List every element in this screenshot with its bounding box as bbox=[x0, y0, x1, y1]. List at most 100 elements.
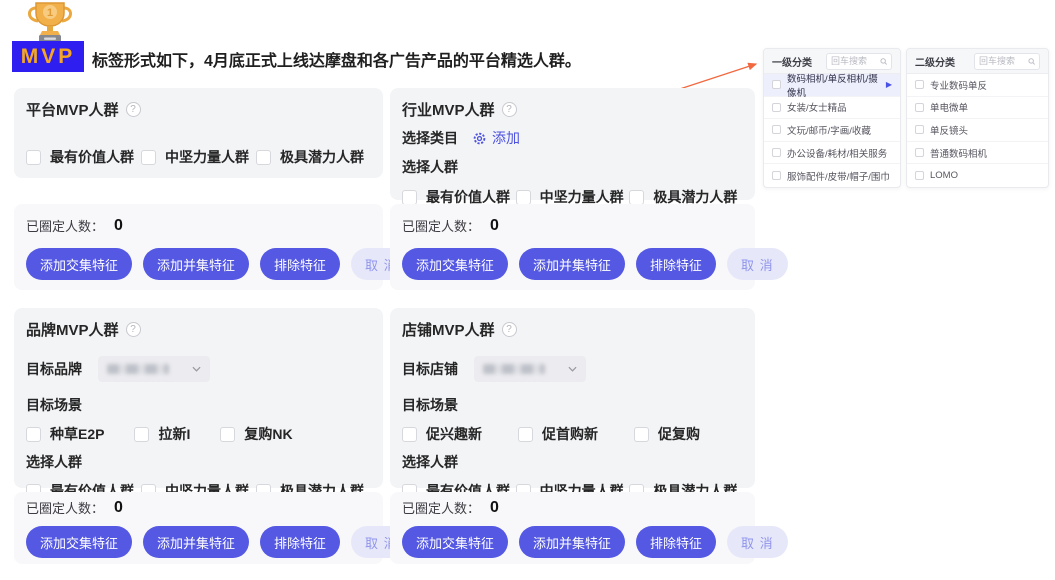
add-intersect-feature-button[interactable]: 添加交集特征 bbox=[402, 526, 508, 558]
checkbox[interactable] bbox=[518, 427, 533, 442]
checkbox[interactable] bbox=[772, 148, 781, 157]
scene-option-1[interactable]: 促兴趣新 bbox=[402, 424, 482, 444]
select-category-label: 选择类目 bbox=[402, 128, 458, 148]
level2-search-input[interactable] bbox=[979, 56, 1026, 66]
scene-option-1[interactable]: 种草E2P bbox=[26, 424, 104, 444]
checkbox[interactable] bbox=[134, 427, 149, 442]
scene-option-2[interactable]: 促首购新 bbox=[518, 424, 598, 444]
checkbox[interactable] bbox=[26, 427, 41, 442]
selected-count-value: 0 bbox=[490, 217, 499, 235]
level1-item-2[interactable]: 女装/女士精品 bbox=[764, 97, 900, 120]
level2-item-2[interactable]: 单电微单 bbox=[907, 97, 1048, 120]
level1-search-box[interactable] bbox=[826, 53, 892, 70]
mvp-badge: MVP bbox=[12, 41, 84, 72]
exclude-feature-button[interactable]: 排除特征 bbox=[260, 248, 340, 280]
checkbox[interactable] bbox=[772, 103, 781, 112]
checkbox[interactable] bbox=[629, 190, 644, 205]
checkbox[interactable] bbox=[915, 125, 924, 134]
select-crowd-label: 选择人群 bbox=[402, 157, 743, 177]
level2-category-panel: 二级分类 专业数码单反 单电微单 单反镜头 普通数码相机 bbox=[906, 48, 1049, 188]
add-intersect-feature-button[interactable]: 添加交集特征 bbox=[402, 248, 508, 280]
level2-search-box[interactable] bbox=[974, 53, 1040, 70]
checkbox[interactable] bbox=[915, 171, 924, 180]
cancel-button[interactable]: 取 消 bbox=[727, 248, 788, 280]
scene-option-3[interactable]: 促复购 bbox=[634, 424, 700, 444]
checkbox[interactable] bbox=[634, 427, 649, 442]
panel-title: 平台MVP人群 bbox=[26, 99, 119, 120]
select-crowd-label: 选择人群 bbox=[26, 452, 371, 472]
scene-option-2[interactable]: 拉新I bbox=[134, 424, 190, 444]
level2-item-4[interactable]: 普通数码相机 bbox=[907, 142, 1048, 165]
crowd-option-backbone[interactable]: 中坚力量人群 bbox=[141, 147, 256, 167]
selected-count-label: 已圈定人数： bbox=[26, 498, 104, 517]
add-intersect-feature-button[interactable]: 添加交集特征 bbox=[26, 248, 132, 280]
selected-count-value: 0 bbox=[490, 499, 499, 517]
checkbox[interactable] bbox=[220, 427, 235, 442]
add-union-feature-button[interactable]: 添加并集特征 bbox=[519, 248, 625, 280]
add-intersect-feature-button[interactable]: 添加交集特征 bbox=[26, 526, 132, 558]
checkbox[interactable] bbox=[915, 148, 924, 157]
platform-actions-card: 已圈定人数： 0 添加交集特征 添加并集特征 排除特征 取 消 bbox=[14, 204, 383, 290]
checkbox[interactable] bbox=[141, 150, 156, 165]
checkbox[interactable] bbox=[915, 80, 924, 89]
level2-item-5[interactable]: LOMO bbox=[907, 164, 1048, 187]
level1-search-input[interactable] bbox=[831, 56, 878, 66]
cancel-button[interactable]: 取 消 bbox=[727, 526, 788, 558]
scene-option-3[interactable]: 复购NK bbox=[220, 424, 292, 444]
checkbox[interactable] bbox=[772, 125, 781, 134]
checkbox[interactable] bbox=[915, 103, 924, 112]
panel-title: 品牌MVP人群 bbox=[26, 319, 119, 340]
help-icon[interactable]: ? bbox=[502, 322, 517, 337]
checkbox[interactable] bbox=[772, 80, 781, 89]
selected-count-label: 已圈定人数： bbox=[402, 216, 480, 235]
crowd-option-most-valuable[interactable]: 最有价值人群 bbox=[26, 147, 141, 167]
level1-item-3[interactable]: 文玩/邮币/字画/收藏 bbox=[764, 119, 900, 142]
exclude-feature-button[interactable]: 排除特征 bbox=[636, 248, 716, 280]
help-icon[interactable]: ? bbox=[126, 322, 141, 337]
checkbox[interactable] bbox=[772, 171, 781, 180]
shop-card: 店铺MVP人群 ? 目标店铺 目标场景 促兴趣新 bbox=[390, 308, 755, 488]
scene-label: 目标场景 bbox=[26, 395, 371, 415]
exclude-feature-button[interactable]: 排除特征 bbox=[636, 526, 716, 558]
level1-title: 一级分类 bbox=[772, 54, 812, 69]
gear-icon bbox=[472, 131, 487, 146]
select-crowd-label: 选择人群 bbox=[402, 452, 743, 472]
search-icon bbox=[880, 57, 887, 66]
panel-title: 店铺MVP人群 bbox=[402, 319, 495, 340]
add-union-feature-button[interactable]: 添加并集特征 bbox=[143, 248, 249, 280]
add-union-feature-button[interactable]: 添加并集特征 bbox=[143, 526, 249, 558]
panel-industry-mvp: 行业MVP人群 ? 选择类目 添加 选择人群 最有价值人群 bbox=[390, 88, 755, 290]
help-icon[interactable]: ? bbox=[502, 102, 517, 117]
selected-count-value: 0 bbox=[114, 499, 123, 517]
industry-card: 行业MVP人群 ? 选择类目 添加 选择人群 最有价值人群 bbox=[390, 88, 755, 200]
checkbox[interactable] bbox=[26, 150, 41, 165]
trophy-icon: 1 bbox=[24, 0, 76, 44]
checkbox[interactable] bbox=[402, 190, 417, 205]
target-shop-label: 目标店铺 bbox=[402, 359, 458, 379]
level1-item-4[interactable]: 办公设备/耗材/相关服务 bbox=[764, 142, 900, 165]
target-brand-select[interactable] bbox=[98, 356, 210, 382]
exclude-feature-button[interactable]: 排除特征 bbox=[260, 526, 340, 558]
checkbox[interactable] bbox=[256, 150, 271, 165]
panel-brand-mvp: 品牌MVP人群 ? 目标品牌 目标场景 种草E2P bbox=[14, 308, 383, 564]
target-shop-select[interactable] bbox=[474, 356, 586, 382]
page: 1 MVP 标签形式如下，4月底正式上线达摩盘和各广告产品的平台精选人群。 平台… bbox=[0, 0, 1055, 580]
level2-item-1[interactable]: 专业数码单反 bbox=[907, 74, 1048, 97]
checkbox[interactable] bbox=[402, 427, 417, 442]
level2-title: 二级分类 bbox=[915, 54, 955, 69]
add-union-feature-button[interactable]: 添加并集特征 bbox=[519, 526, 625, 558]
add-category-link[interactable]: 添加 bbox=[472, 128, 520, 148]
target-brand-label: 目标品牌 bbox=[26, 359, 82, 379]
platform-card: 平台MVP人群 ? 最有价值人群 中坚力量人群 极具潜力人群 bbox=[14, 88, 383, 178]
level2-header: 二级分类 bbox=[907, 49, 1048, 74]
level1-item-1[interactable]: 数码相机/单反相机/摄像机 ▶ bbox=[764, 74, 900, 97]
level1-item-5[interactable]: 服饰配件/皮带/帽子/围巾 bbox=[764, 164, 900, 187]
redacted-brand-value bbox=[107, 364, 169, 374]
search-icon bbox=[1028, 57, 1035, 66]
checkbox[interactable] bbox=[516, 190, 531, 205]
crowd-option-potential[interactable]: 极具潜力人群 bbox=[256, 147, 371, 167]
panel-platform-mvp: 平台MVP人群 ? 最有价值人群 中坚力量人群 极具潜力人群 bbox=[14, 88, 383, 290]
help-icon[interactable]: ? bbox=[126, 102, 141, 117]
level2-item-3[interactable]: 单反镜头 bbox=[907, 119, 1048, 142]
scene-label: 目标场景 bbox=[402, 395, 743, 415]
